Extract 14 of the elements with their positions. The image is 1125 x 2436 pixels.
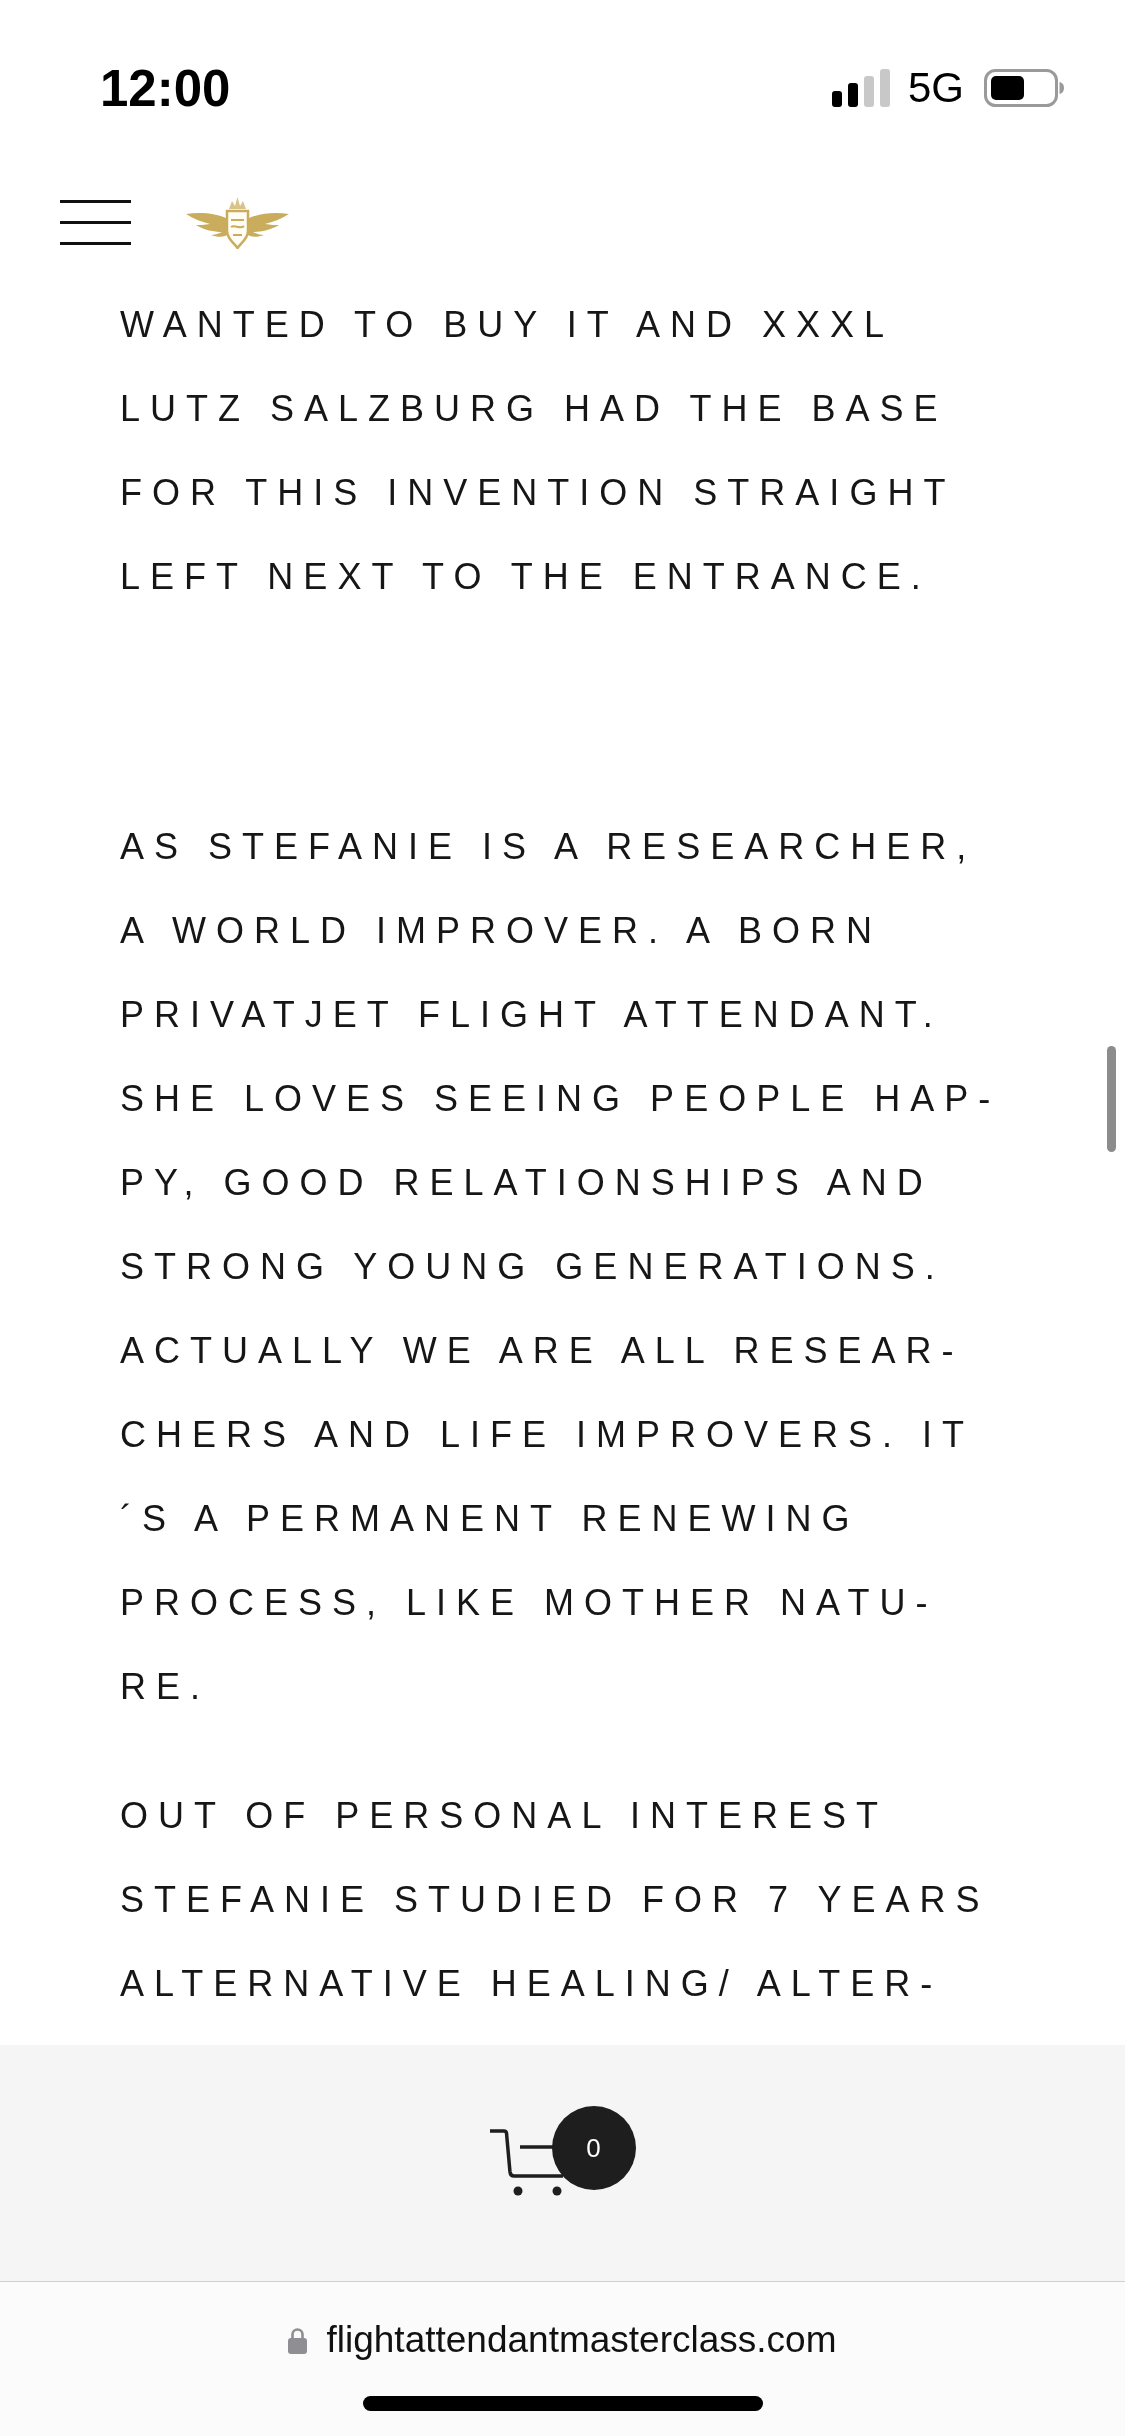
menu-button[interactable]	[60, 199, 131, 245]
status-time: 12:00	[100, 62, 231, 114]
lock-icon	[288, 2326, 308, 2354]
cart-button[interactable]: 0	[489, 2106, 636, 2195]
signal-icon	[831, 69, 890, 107]
menu-icon	[60, 199, 131, 245]
network-label: 5G	[907, 67, 964, 109]
url-text[interactable]: flightattendantmasterclass.com	[326, 2319, 837, 2361]
article-paragraph: AS STEFANIE IS A RESEARCHER, A WORLD IMPROVER. A BORN PRIVATJET FLIGHT ATTENDANT. SHE LOVES SEEING PEOPLE HAP- PY, GOOD RELATIONSHIPS AND STRONG YOUNG GENERATIONS. ACTUALLY WE ARE ALL RESEAR- CHERS AND LIFE IMPROVERS. IT ´S A PERMANENT RENEWING PROCESS, LIKE MOTHER NATU- RE.	[120, 825, 1001, 1709]
article-paragraph: WANTED TO BUY IT AND XXXL LUTZ SALZBURG HAD THE BASE FOR THIS INVENTION STRAIGHT LEFT NEXT TO THE ENTRANCE.	[120, 303, 956, 599]
article-paragraph: OUT OF PERSONAL INTEREST STEFANIE STUDIED FOR 7 YEARS ALTERNATIVE HEALING/ ALTER-	[120, 1794, 990, 2006]
cart-icon	[489, 2129, 563, 2196]
battery-icon	[984, 69, 1064, 107]
cart-count-badge: 0	[551, 2106, 636, 2190]
